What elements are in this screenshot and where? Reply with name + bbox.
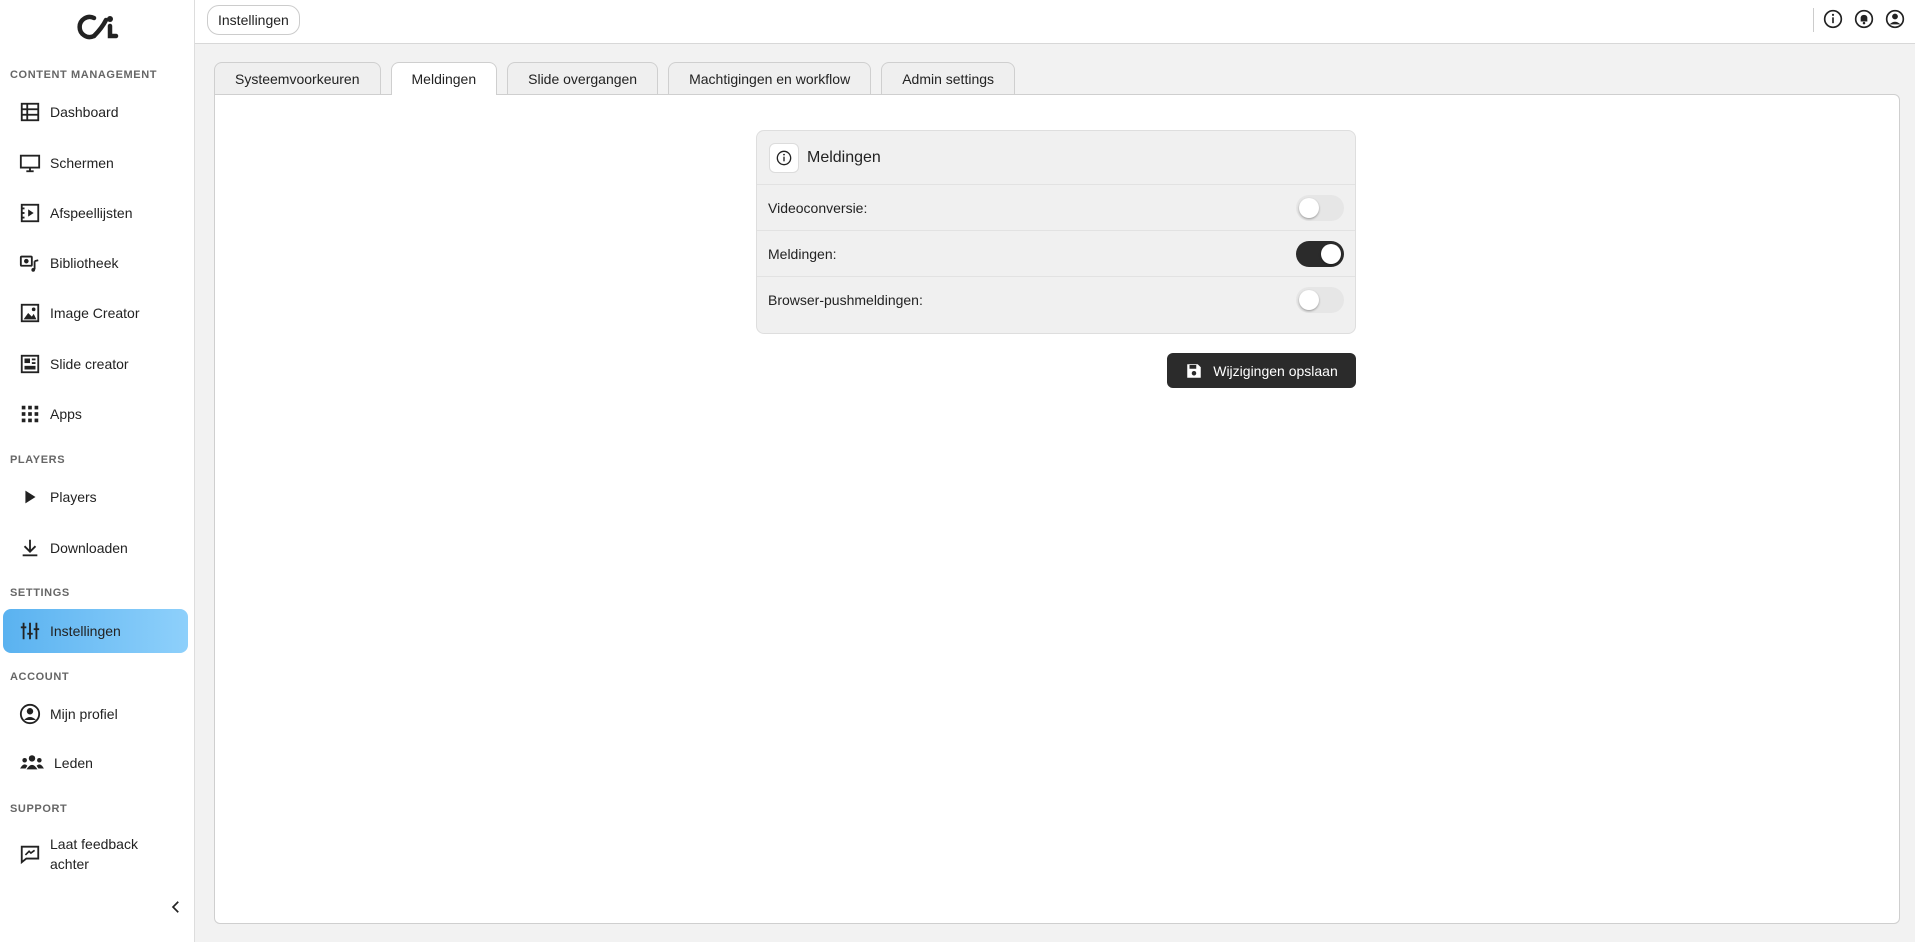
sidebar-item-dashboard[interactable]: Dashboard — [3, 90, 188, 134]
user-circle-icon — [1885, 9, 1905, 32]
chevron-left-icon — [167, 898, 185, 919]
sidebar-item-mijn-profiel[interactable]: Mijn profiel — [3, 692, 188, 736]
play-icon — [18, 485, 42, 509]
section-support: SUPPORT — [10, 803, 68, 815]
floppy-disk-icon — [1185, 362, 1203, 380]
top-bar-divider — [1813, 8, 1814, 32]
setting-label: Meldingen: — [768, 245, 837, 262]
sidebar-item-label: Schermen — [50, 155, 114, 171]
videoconversie-toggle[interactable] — [1296, 194, 1344, 221]
sliders-icon — [18, 619, 42, 643]
setting-label: Videoconversie: — [768, 199, 868, 216]
playlist-icon — [18, 201, 42, 225]
info-icon — [1823, 9, 1843, 32]
sidebar-item-label: Players — [50, 489, 97, 505]
dashboard-icon — [18, 100, 42, 124]
toggle-knob — [1321, 243, 1341, 264]
users-icon — [18, 751, 46, 775]
sidebar-item-label: Image Creator — [50, 305, 140, 321]
tab-meldingen[interactable]: Meldingen — [390, 62, 498, 95]
sidebar-item-label: Apps — [50, 406, 82, 422]
notifications-button[interactable] — [1853, 9, 1875, 31]
bell-icon — [1854, 9, 1874, 32]
collapse-sidebar-button[interactable] — [166, 898, 186, 918]
tab-admin-settings[interactable]: Admin settings — [881, 62, 1016, 94]
setting-label: Browser-pushmeldingen: — [768, 292, 923, 308]
sidebar-item-label: Bibliotheek — [50, 255, 119, 271]
tab-slide-overgangen[interactable]: Slide overgangen — [507, 62, 659, 94]
user-circle-icon — [18, 702, 42, 726]
sidebar-item-downloaden[interactable]: Downloaden — [3, 526, 188, 570]
info-icon — [769, 142, 799, 173]
sidebar-item-label: Dashboard — [50, 104, 119, 120]
sidebar-item-players[interactable]: Players — [3, 475, 188, 519]
sidebar-item-label: Downloaden — [50, 540, 128, 556]
toggle-knob — [1299, 290, 1319, 310]
notifications-card: Meldingen Videoconversie: Meldingen: Bro… — [756, 130, 1356, 334]
sidebar-item-feedback[interactable]: Laat feedback achter — [3, 828, 188, 880]
image-icon — [18, 301, 42, 325]
meldingen-toggle[interactable] — [1296, 240, 1344, 267]
info-button[interactable] — [1822, 9, 1844, 31]
sidebar-item-instellingen[interactable]: Instellingen — [3, 609, 188, 653]
section-players: PLAYERS — [10, 454, 66, 466]
sidebar-item-label: Mijn profiel — [50, 706, 118, 722]
sidebar-item-leden[interactable]: Leden — [3, 741, 188, 785]
save-button-label: Wijzigingen opslaan — [1213, 362, 1338, 379]
section-settings: SETTINGS — [10, 587, 70, 599]
sidebar-item-label: Slide creator — [50, 356, 129, 372]
browser-push-toggle[interactable] — [1296, 287, 1344, 313]
save-changes-button[interactable]: Wijzigingen opslaan — [1167, 353, 1356, 388]
setting-row-videoconversie: Videoconversie: — [757, 185, 1355, 231]
settings-tabs: Systeemvoorkeuren Meldingen Slide overga… — [214, 62, 1025, 95]
sidebar: CONTENT MANAGEMENT Dashboard Schermen Af… — [0, 0, 195, 942]
top-bar: Instellingen — [195, 0, 1915, 44]
sidebar-item-afspeellijsten[interactable]: Afspeellijsten — [3, 191, 188, 235]
sidebar-item-apps[interactable]: Apps — [3, 392, 188, 436]
sidebar-item-bibliotheek[interactable]: Bibliotheek — [3, 241, 188, 285]
sidebar-item-image-creator[interactable]: Image Creator — [3, 291, 188, 335]
download-icon — [18, 536, 42, 560]
logo[interactable] — [72, 14, 120, 40]
card-header: Meldingen — [757, 131, 1355, 185]
sidebar-item-schermen[interactable]: Schermen — [3, 141, 188, 185]
setting-row-meldingen: Meldingen: — [757, 231, 1355, 277]
toggle-knob — [1299, 197, 1319, 218]
apps-grid-icon — [18, 402, 42, 426]
section-content-management: CONTENT MANAGEMENT — [10, 69, 158, 81]
breadcrumb[interactable]: Instellingen — [207, 5, 300, 35]
card-title: Meldingen — [807, 148, 881, 166]
sidebar-item-label: Laat feedback achter — [50, 836, 138, 872]
sidebar-item-slide-creator[interactable]: Slide creator — [3, 342, 188, 386]
sidebar-item-label: Instellingen — [50, 623, 121, 639]
slide-icon — [18, 352, 42, 376]
feedback-icon — [18, 842, 42, 866]
setting-row-browser-push: Browser-pushmeldingen: — [757, 277, 1355, 323]
media-library-icon — [18, 251, 42, 275]
sidebar-item-label: Afspeellijsten — [50, 205, 133, 221]
monitor-icon — [18, 151, 42, 175]
tab-machtigingen[interactable]: Machtigingen en workflow — [668, 62, 872, 94]
section-account: ACCOUNT — [10, 671, 70, 683]
sidebar-item-label: Leden — [54, 755, 93, 771]
tab-systeemvoorkeuren[interactable]: Systeemvoorkeuren — [214, 62, 381, 94]
account-button[interactable] — [1884, 9, 1906, 31]
